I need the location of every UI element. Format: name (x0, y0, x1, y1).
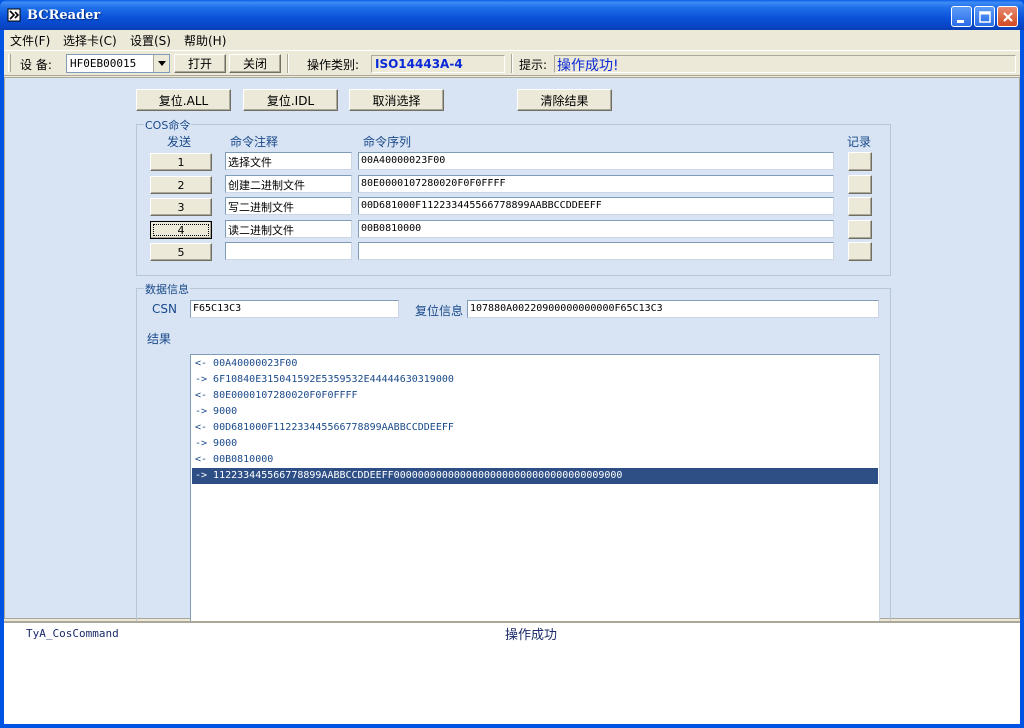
maximize-button[interactable] (974, 6, 995, 27)
send-button-5[interactable]: 5 (150, 243, 212, 261)
record-column-header: 记录 (847, 135, 872, 149)
comment-field-3[interactable]: 写二进制文件 (225, 197, 352, 215)
data-info-group-title: 数据信息 (144, 281, 190, 297)
comment-column-header: 命令注释 (230, 135, 279, 149)
maximize-icon (979, 11, 991, 23)
close-button[interactable]: 关闭 (229, 54, 281, 73)
op-type-label: 操作类别: (307, 58, 360, 72)
status-area: TyA_CosCommand 操作成功 (4, 621, 1020, 724)
open-button[interactable]: 打开 (174, 54, 226, 73)
csn-field[interactable]: F65C13C3 (190, 300, 399, 318)
menu-settings[interactable]: 设置(S) (130, 32, 171, 49)
log-line[interactable]: <- 00B0810000 (192, 452, 878, 468)
comment-field-4[interactable]: 读二进制文件 (225, 220, 352, 238)
sequence-field-5[interactable] (358, 242, 834, 260)
main-panel: 复位.ALL 复位.IDL 取消选择 清除结果 COS命令 发送 命令注释 命令… (4, 77, 1020, 636)
window-title: BCReader (27, 8, 101, 23)
hint-label: 提示: (519, 58, 548, 72)
device-select[interactable]: HF0EB00015 (66, 54, 170, 73)
device-label: 设 备: (20, 58, 52, 72)
record-button-1[interactable] (848, 152, 872, 171)
menu-bar: 文件(F) 选择卡(C) 设置(S) 帮助(H) (4, 30, 1020, 50)
log-line[interactable]: <- 00D681000F112233445566778899AABBCCDDE… (192, 420, 878, 436)
comment-field-5[interactable] (225, 242, 352, 260)
send-column-header: 发送 (167, 135, 192, 149)
comment-field-2[interactable]: 创建二进制文件 (225, 175, 352, 193)
log-line[interactable]: -> 6F10840E315041592E5359532E44444630319… (192, 372, 878, 388)
client-area: 文件(F) 选择卡(C) 设置(S) 帮助(H) 设 备: HF0EB00015… (4, 30, 1020, 724)
send-button-2[interactable]: 2 (150, 176, 212, 194)
cos-command-group: COS命令 发送 命令注释 命令序列 记录 1 选择文件 00A40000023… (136, 117, 891, 276)
app-icon (7, 8, 21, 22)
toolbar-grip[interactable] (8, 54, 11, 72)
reset-all-button[interactable]: 复位.ALL (136, 89, 231, 111)
log-line[interactable]: <- 00A40000023F00 (192, 356, 878, 372)
sequence-column-header: 命令序列 (363, 135, 412, 149)
record-button-4[interactable] (848, 220, 872, 239)
toolbar: 设 备: HF0EB00015 打开 关闭 操作类别: ISO14443A-4 … (4, 50, 1020, 76)
comment-field-1[interactable]: 选择文件 (225, 152, 352, 170)
hint-field: 操作成功! (554, 55, 1016, 74)
close-window-button[interactable] (997, 6, 1018, 27)
reset-info-label: 复位信息 (415, 304, 464, 318)
close-icon (1003, 12, 1013, 22)
reset-idl-button[interactable]: 复位.IDL (243, 89, 338, 111)
csn-label: CSN (152, 302, 177, 316)
menu-file[interactable]: 文件(F) (10, 32, 50, 49)
log-line[interactable]: -> 9000 (192, 436, 878, 452)
reset-info-field[interactable]: 107880A00220900000000000F65C13C3 (467, 300, 879, 318)
menu-select-card[interactable]: 选择卡(C) (63, 32, 117, 49)
op-type-field: ISO14443A-4 (371, 55, 505, 73)
status-left-text: TyA_CosCommand (26, 627, 119, 640)
sequence-field-4[interactable]: 00B0810000 (358, 220, 834, 238)
device-select-value: HF0EB00015 (70, 57, 137, 70)
op-type-value: ISO14443A-4 (375, 57, 463, 71)
toolbar-separator (287, 54, 289, 73)
status-center-text: 操作成功 (505, 628, 558, 643)
clear-results-button[interactable]: 清除结果 (517, 89, 612, 111)
sequence-field-2[interactable]: 80E0000107280020F0F0FFFF (358, 175, 834, 193)
toolbar-separator (511, 54, 513, 73)
minimize-icon (957, 20, 964, 23)
chevron-down-icon[interactable] (153, 55, 169, 72)
sequence-field-3[interactable]: 00D681000F112233445566778899AABBCCDDEEFF (358, 197, 834, 215)
send-button-3[interactable]: 3 (150, 198, 212, 216)
result-label: 结果 (147, 332, 172, 346)
app-window: BCReader 文件(F) 选择卡(C) 设置(S) 帮助(H) 设 备: H… (0, 0, 1024, 728)
minimize-button[interactable] (951, 6, 972, 27)
cos-group-title: COS命令 (144, 117, 192, 133)
send-button-1[interactable]: 1 (150, 153, 212, 171)
log-line-selected[interactable]: -> 112233445566778899AABBCCDDEEFF0000000… (192, 468, 878, 484)
menu-help[interactable]: 帮助(H) (184, 32, 226, 49)
send-button-4[interactable]: 4 (150, 221, 212, 239)
result-list[interactable]: <- 00A40000023F00 -> 6F10840E315041592E5… (190, 354, 880, 627)
log-line[interactable]: <- 80E0000107280020F0F0FFFF (192, 388, 878, 404)
record-button-5[interactable] (848, 242, 872, 261)
cancel-select-button[interactable]: 取消选择 (349, 89, 444, 111)
title-bar[interactable]: BCReader (0, 0, 1024, 30)
record-button-2[interactable] (848, 175, 872, 194)
log-line[interactable]: -> 9000 (192, 404, 878, 420)
hint-value: 操作成功! (557, 58, 619, 74)
record-button-3[interactable] (848, 197, 872, 216)
sequence-field-1[interactable]: 00A40000023F00 (358, 152, 834, 170)
